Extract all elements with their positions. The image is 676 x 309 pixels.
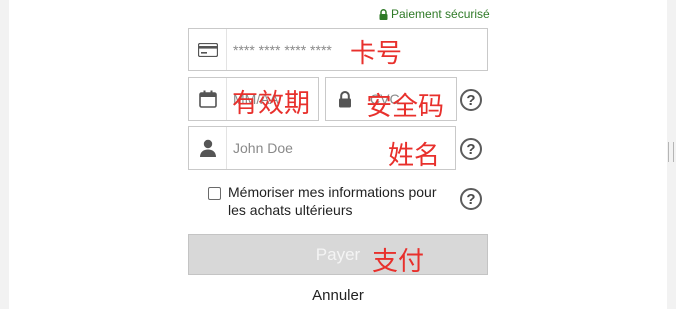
cancel-link[interactable]: Annuler xyxy=(188,287,488,304)
cvc-help-icon[interactable]: ? xyxy=(460,89,482,111)
remember-option[interactable]: Mémoriser mes informations pour les acha… xyxy=(208,183,458,219)
person-icon xyxy=(189,127,227,169)
card-number-field[interactable] xyxy=(188,28,488,71)
secure-payment-badge: Paiement sécurisé xyxy=(379,7,490,21)
cardholder-name-input[interactable] xyxy=(227,127,455,169)
padlock-icon xyxy=(326,78,364,120)
pay-button[interactable]: Payer xyxy=(188,234,488,275)
cvc-field[interactable] xyxy=(325,77,457,121)
scrollbar-grip[interactable] xyxy=(668,142,674,162)
pay-button-label: Payer xyxy=(315,244,361,264)
remember-checkbox[interactable] xyxy=(208,187,221,200)
expiry-field[interactable] xyxy=(188,77,319,121)
credit-card-icon xyxy=(189,29,227,70)
secure-payment-text: Paiement sécurisé xyxy=(391,7,490,21)
expiry-input[interactable] xyxy=(227,78,318,120)
remember-label: Mémoriser mes informations pour les acha… xyxy=(228,184,437,218)
lock-icon xyxy=(379,8,388,20)
name-help-icon[interactable]: ? xyxy=(460,138,482,160)
cardholder-name-field[interactable] xyxy=(188,126,456,170)
calendar-icon xyxy=(189,78,227,120)
card-number-input[interactable] xyxy=(227,29,487,70)
cvc-input[interactable] xyxy=(364,78,456,120)
remember-help-icon[interactable]: ? xyxy=(460,188,482,210)
